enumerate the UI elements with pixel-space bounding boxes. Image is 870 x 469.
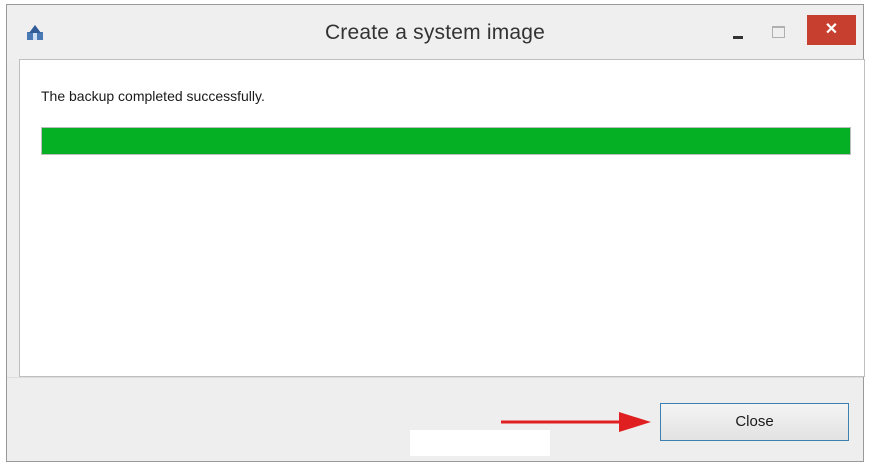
- minimize-button[interactable]: [717, 19, 757, 45]
- status-message: The backup completed successfully.: [41, 88, 265, 104]
- footer-divider: [7, 377, 863, 378]
- progress-bar-fill: [42, 128, 850, 154]
- close-icon: ✕: [824, 21, 839, 38]
- title-bar[interactable]: Create a system image ✕: [7, 5, 863, 59]
- content-panel: The backup completed successfully.: [19, 59, 865, 377]
- close-button[interactable]: Close: [660, 403, 849, 441]
- maximize-icon: [772, 26, 785, 38]
- maximize-button[interactable]: [759, 19, 799, 45]
- dialog-window: Create a system image ✕ The backup compl…: [6, 4, 865, 462]
- white-patch: [410, 430, 550, 456]
- minimize-icon: [733, 36, 743, 39]
- progress-bar: [41, 127, 851, 155]
- window-close-button[interactable]: ✕: [807, 15, 856, 45]
